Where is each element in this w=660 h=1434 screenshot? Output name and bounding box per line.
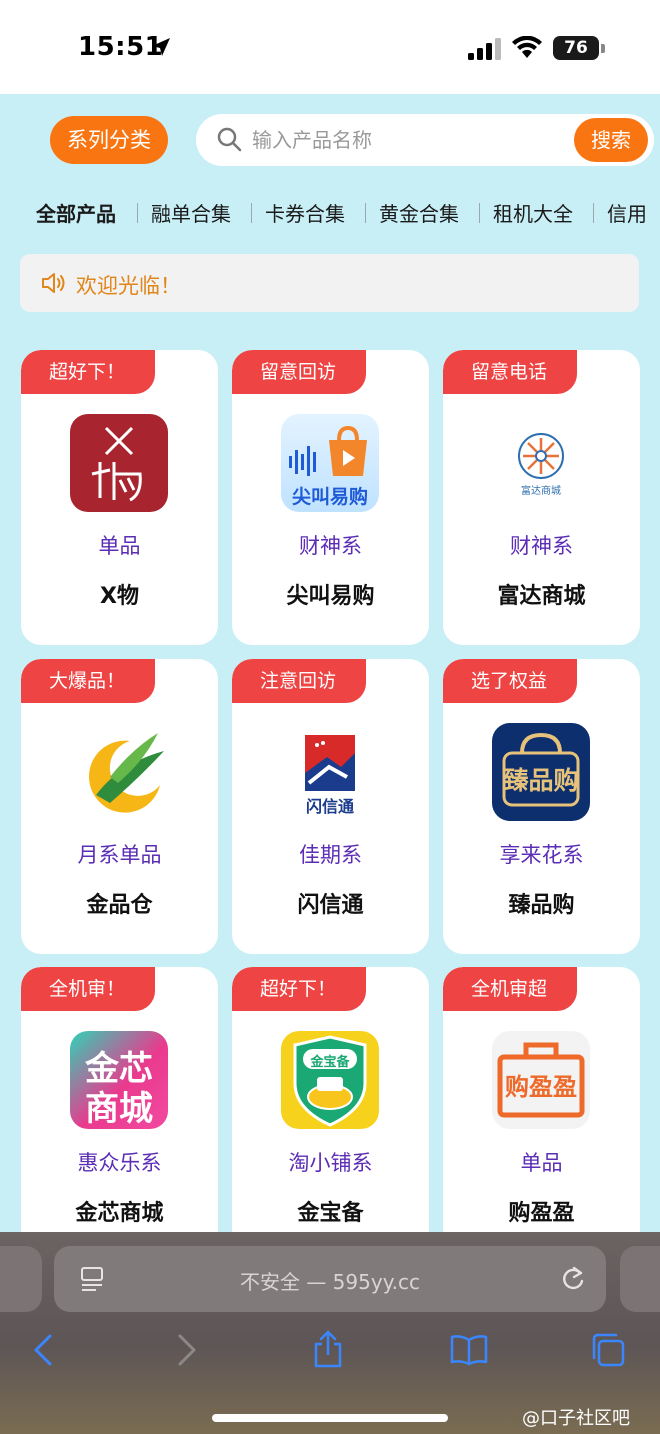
product-name: 金芯商城 [75,1201,164,1226]
product-card[interactable]: 超好下！ 金宝备 淘小铺系 金宝备 [232,967,429,1262]
jinbaobei-logo: 金宝备 [281,1031,379,1129]
product-card[interactable]: 超好下！ 单品 X物 [21,350,218,645]
tab-credit[interactable]: 信用 [607,198,647,227]
next-tab-peek[interactable] [620,1246,660,1312]
product-card[interactable]: 留意电话 富达商城 财神系 富达商城 [443,350,640,645]
product-series: 月系单品 [77,843,162,867]
product-tag: 全机审！ [21,967,155,1011]
tab-gold[interactable]: 黄金合集 [379,198,459,227]
cellular-signal-icon [468,38,501,60]
fuda-mall-logo: 富达商城 [492,414,590,512]
product-tag: 留意回访 [232,350,366,394]
product-series: 淘小铺系 [288,1151,373,1175]
previous-tab-peek[interactable] [0,1246,42,1312]
jinpincang-logo [70,723,168,821]
product-tag: 选了权益 [443,659,577,703]
home-indicator[interactable] [212,1414,448,1422]
product-name: X物 [100,584,139,609]
product-tag: 大爆品！ [21,659,155,703]
logo-text: 富达商城 [521,486,561,497]
battery-cap [601,44,605,53]
tab-divider [251,203,252,223]
watermark: @口子社区吧 [522,1408,630,1429]
tab-all-products[interactable]: 全部产品 [36,198,116,227]
product-series: 佳期系 [299,843,362,867]
logo-text: 商城 [85,1089,153,1129]
logo-text: 尖叫易购 [291,486,368,508]
search-input[interactable] [252,126,552,154]
product-card[interactable]: 大爆品！ 月系单品 金品仓 [21,659,218,954]
forward-icon[interactable] [176,1334,198,1366]
notice-text: 欢迎光临！ [76,274,181,298]
product-series: 财神系 [510,534,573,558]
product-name: 闪信通 [297,893,364,918]
product-name: 金品仓 [86,893,153,918]
product-tag: 注意回访 [232,659,366,703]
series-category-button[interactable]: 系列分类 [50,116,168,164]
jinxin-mall-logo: 金芯 商城 [70,1031,168,1129]
product-tag: 超好下！ [232,967,366,1011]
product-series: 单品 [98,534,141,558]
tab-coupons[interactable]: 卡券合集 [265,198,345,227]
x-wu-logo [70,414,168,512]
product-card[interactable]: 全机审超 购盈盈 单品 购盈盈 [443,967,640,1262]
product-series: 享来花系 [499,843,584,867]
tab-divider [137,203,138,223]
product-series: 惠众乐系 [77,1151,162,1175]
bookmarks-icon[interactable] [450,1334,488,1366]
tab-divider [365,203,366,223]
product-series: 财神系 [299,534,362,558]
product-tag: 留意电话 [443,350,577,394]
product-name: 金宝备 [297,1201,364,1226]
product-tag: 超好下！ [21,350,155,394]
jianjiao-yigou-logo: 尖叫易购 [281,414,379,512]
wifi-icon [512,36,542,58]
search-icon [217,127,242,152]
logo-text: 闪信通 [305,797,354,816]
url-text: 不安全 — 595yy.cc [239,1270,421,1294]
tabs-icon[interactable] [590,1332,626,1368]
tab-rongdan[interactable]: 融单合集 [151,198,231,227]
product-tag: 全机审超 [443,967,577,1011]
gouyingying-logo: 购盈盈 [492,1031,590,1129]
logo-text: 臻品购 [503,766,579,795]
product-series: 单品 [520,1151,563,1175]
zhenpingou-logo: 臻品购 [492,723,590,821]
product-card[interactable]: 全机审！ 金芯 商城 惠众乐系 金芯商城 [21,967,218,1262]
reload-icon[interactable] [560,1265,586,1293]
category-tabs: 全部产品 融单合集 卡券合集 黄金合集 租机大全 信用 [0,190,660,234]
product-card[interactable]: 留意回访 尖叫易购 财神系 尖叫易购 [232,350,429,645]
product-name: 臻品购 [508,893,575,918]
logo-text: 购盈盈 [505,1073,577,1101]
product-card[interactable]: 选了权益 臻品购 享来花系 臻品购 [443,659,640,954]
share-icon[interactable] [312,1330,344,1368]
logo-text: 金宝备 [310,1055,350,1070]
battery-level: 76 [564,38,588,58]
product-name: 尖叫易购 [286,584,375,609]
location-arrow-icon [152,38,170,56]
shanxintong-logo: 闪信通 [281,723,379,821]
tab-phone-rental[interactable]: 租机大全 [493,198,573,227]
back-icon[interactable] [32,1334,54,1366]
product-name: 富达商城 [497,584,586,609]
tab-divider [593,203,594,223]
product-card[interactable]: 注意回访 闪信通 佳期系 闪信通 [232,659,429,954]
product-name: 购盈盈 [508,1201,575,1226]
tab-divider [479,203,480,223]
speaker-icon [42,273,65,293]
search-button[interactable]: 搜索 [574,118,648,162]
